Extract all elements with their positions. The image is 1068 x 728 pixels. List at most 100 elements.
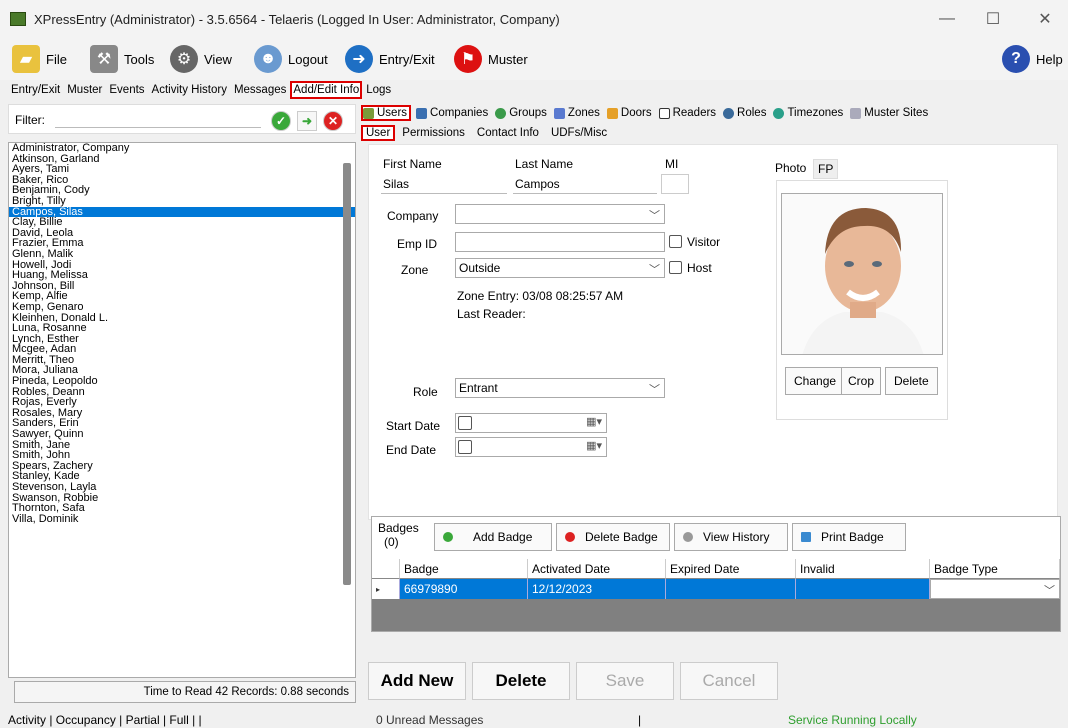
end-date-checkbox[interactable] [458,440,472,454]
delete-badge-button[interactable]: Delete Badge [556,523,670,551]
apply-filter-icon[interactable]: ✓ [271,111,291,131]
host-checkbox[interactable] [669,261,682,274]
last-name-field[interactable]: Campos [513,174,657,194]
end-date-label: End Date [386,443,437,457]
tools-label: Tools [124,51,155,67]
tab-muster-sites[interactable]: Muster Sites [850,107,928,119]
print-badge-label: Print Badge [821,530,884,544]
tab-entry-exit[interactable]: Entry/Exit [10,83,61,97]
tab-roles-label: Roles [737,107,767,119]
tab-doors[interactable]: Doors [606,107,652,119]
badges-label: Badges [378,521,419,535]
roles-icon [723,107,735,119]
col-badge[interactable]: Badge [400,559,528,579]
start-date-checkbox[interactable] [458,416,472,430]
crop-photo-button[interactable]: Crop [841,367,882,395]
title-bar: XPressEntry (Administrator) - 3.5.6564 -… [0,0,1068,38]
col-badge-type[interactable]: Badge Type [930,559,1060,579]
zones-icon [553,107,565,119]
tab-logs[interactable]: Logs [365,83,392,97]
logout-button[interactable]: ☻ Logout [254,43,328,75]
maximize-button[interactable]: ☐ [970,0,1016,38]
expired-date-cell[interactable] [666,579,796,599]
tab-udfs-misc[interactable]: UDFs/Misc [548,127,610,139]
tab-groups-label: Groups [509,107,547,119]
tab-groups[interactable]: Groups [495,107,547,119]
muster-icon: ⚑ [454,45,482,73]
add-new-button[interactable]: Add New [368,662,466,700]
status-tabs[interactable]: Activity | Occupancy | Partial | Full | … [8,713,202,727]
tab-zones[interactable]: Zones [553,107,600,119]
save-button[interactable]: Save [576,662,674,700]
tools-menu[interactable]: ⚒ Tools [90,43,154,75]
tab-users[interactable]: Users [360,105,412,121]
delete-photo-button[interactable]: Delete [885,367,938,395]
emp-id-field[interactable] [455,232,665,252]
filter-label: Filter: [15,113,45,127]
calendar-icon[interactable]: ▦▾ [586,439,602,452]
main-toolbar: ▰ File ⚒ Tools ⚙ View ☻ Logout ➜ Entry/E… [0,38,1068,80]
list-item[interactable]: Glenn, Malik [9,249,355,260]
print-badge-button[interactable]: Print Badge [792,523,906,551]
role-select[interactable]: Entrant ﹀ [455,378,665,398]
cancel-button[interactable]: Cancel [680,662,778,700]
tab-muster[interactable]: Muster [66,83,103,97]
start-date-picker[interactable]: ▦▾ [455,413,607,433]
help-button[interactable]: ? Help [1002,43,1063,75]
tab-readers-label: Readers [672,107,717,119]
tab-fp[interactable]: FP [813,159,839,179]
badges-count: (0) [384,535,399,549]
company-select[interactable]: ﹀ [455,204,665,224]
list-item[interactable]: Bright, Tilly [9,196,355,207]
list-item[interactable]: Administrator, Company [9,143,355,154]
col-activated-date[interactable]: Activated Date [528,559,666,579]
clear-filter-icon[interactable]: ✕ [323,111,343,131]
list-item[interactable]: Villa, Dominik [9,513,355,525]
list-item[interactable]: Kemp, Genaro [9,302,355,313]
col-invalid[interactable]: Invalid [796,559,930,579]
visitor-checkbox[interactable] [669,235,682,248]
add-badge-button[interactable]: Add Badge [434,523,552,551]
tab-timezones[interactable]: Timezones [773,107,843,119]
end-date-picker[interactable]: ▦▾ [455,437,607,457]
invalid-cell[interactable] [796,579,930,599]
change-photo-button[interactable]: Change [785,367,846,395]
nav-tabs: Entry/Exit Muster Events Activity Histor… [0,80,1068,100]
tab-messages[interactable]: Messages [233,83,287,97]
tab-user[interactable]: User [360,125,396,141]
col-expired-date[interactable]: Expired Date [666,559,796,579]
list-item[interactable]: Stevenson, Layla [9,482,355,493]
close-button[interactable]: ✕ [1022,0,1068,38]
delete-button[interactable]: Delete [472,662,570,700]
zone-select[interactable]: Outside ﹀ [455,258,665,278]
mi-field[interactable] [661,174,689,194]
entry-exit-button[interactable]: ➜ Entry/Exit [345,43,435,75]
tab-companies[interactable]: Companies [416,107,488,119]
tab-add-edit-info[interactable]: Add/Edit Info [290,81,363,99]
go-arrow-icon[interactable]: ➜ [297,111,317,131]
window-title: XPressEntry (Administrator) - 3.5.6564 -… [34,11,560,27]
tab-contact-info[interactable]: Contact Info [474,127,542,139]
tab-activity-history[interactable]: Activity History [151,83,228,97]
muster-sites-icon [850,107,862,119]
tab-readers[interactable]: Readers [658,107,717,119]
minimize-button[interactable]: — [924,0,970,38]
view-menu[interactable]: ⚙ View [170,43,232,75]
unread-messages[interactable]: 0 Unread Messages [376,713,483,727]
tab-events[interactable]: Events [108,83,145,97]
badge-cell[interactable]: 66979890 [400,579,528,599]
tab-permissions[interactable]: Permissions [399,127,468,139]
first-name-field[interactable]: Silas [381,174,507,194]
tab-photo[interactable]: Photo [771,159,811,177]
muster-button[interactable]: ⚑ Muster [454,43,528,75]
list-scrollbar[interactable] [343,163,351,585]
badge-type-select[interactable]: ﹀ [930,579,1060,599]
printer-icon [801,532,811,542]
tab-roles[interactable]: Roles [723,107,766,119]
file-menu[interactable]: ▰ File [12,43,67,75]
calendar-icon[interactable]: ▦▾ [586,415,602,428]
filter-input[interactable] [55,110,261,128]
user-list[interactable]: Administrator, Company Atkinson, Garland A… [8,142,356,678]
view-history-button[interactable]: View History [674,523,788,551]
activated-date-cell[interactable]: 12/12/2023 [528,579,666,599]
